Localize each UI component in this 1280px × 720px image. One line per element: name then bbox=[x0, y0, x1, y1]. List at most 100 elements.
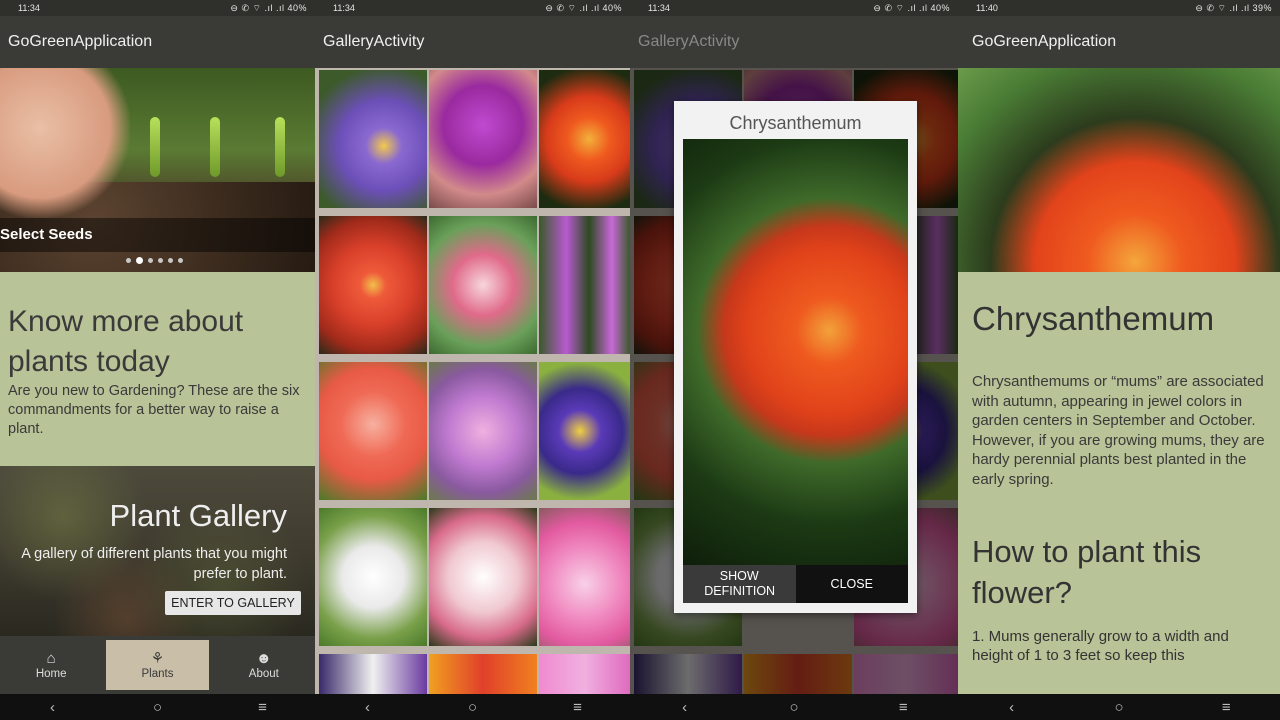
flower-thumbnail[interactable] bbox=[539, 216, 630, 354]
app-bar: GalleryActivity bbox=[315, 16, 630, 68]
system-nav-bar: ‹ ○ ≡ bbox=[630, 694, 958, 720]
carousel-dot[interactable] bbox=[158, 258, 163, 263]
hand-image bbox=[0, 68, 130, 218]
status-icons: ⊖ ✆ ⌔ .ıl .ıl bbox=[545, 2, 600, 13]
carousel-dot[interactable] bbox=[148, 258, 153, 263]
status-bar: 11:34 ⊖ ✆ ⌔ .ıl .ıl 40% bbox=[315, 0, 630, 16]
carousel-dot[interactable] bbox=[178, 258, 183, 263]
nav-about-label: About bbox=[248, 668, 279, 680]
show-definition-label: SHOW DEFINITION bbox=[704, 569, 776, 598]
flower-thumbnail[interactable] bbox=[319, 216, 427, 354]
flower-detail-content: Chrysanthemum Chrysanthemums or “mums” a… bbox=[958, 272, 1280, 694]
flower-thumbnail[interactable] bbox=[539, 508, 630, 646]
flower-detail-screen: 11:40 ⊖ ✆ ⌔ .ıl .ıl 39% GoGreenApplicati… bbox=[958, 0, 1280, 720]
status-time: 11:34 bbox=[18, 3, 40, 13]
carousel-dot[interactable] bbox=[126, 258, 131, 263]
flower-name: Chrysanthemum bbox=[972, 300, 1215, 337]
status-icons: ⊖ ✆ ⌔ .ıl .ıl bbox=[873, 2, 928, 13]
app-title: GalleryActivity bbox=[638, 33, 740, 50]
gallery-dialog-screen: 11:34 ⊖ ✆ ⌔ .ıl .ıl 40% GalleryActivity … bbox=[630, 0, 958, 720]
sprout-image bbox=[210, 117, 220, 177]
flower-thumbnail[interactable] bbox=[429, 654, 537, 694]
nav-about[interactable]: ☻ About bbox=[213, 636, 315, 694]
how-to-plant-heading: How to plant this flower? bbox=[972, 534, 1202, 610]
info-body: Are you new to Gardening? These are the … bbox=[8, 383, 300, 437]
home-button[interactable]: ○ bbox=[1104, 699, 1134, 716]
back-button[interactable]: ‹ bbox=[670, 699, 700, 716]
dialog-title: Chrysanthemum bbox=[729, 113, 862, 133]
home-screen: 11:34 ⊖ ✆ ⌔ .ıl .ıl 40% GoGreenApplicati… bbox=[0, 0, 315, 720]
back-button[interactable]: ‹ bbox=[353, 699, 383, 716]
status-time: 11:34 bbox=[648, 3, 670, 13]
app-bar: GoGreenApplication bbox=[0, 16, 315, 68]
flower-grid bbox=[315, 68, 630, 694]
app-title: GoGreenApplication bbox=[8, 33, 153, 50]
flower-thumbnail[interactable] bbox=[319, 508, 427, 646]
close-label: CLOSE bbox=[830, 576, 873, 591]
nav-home[interactable]: ⌂ Home bbox=[0, 636, 102, 694]
potted-plant-icon: ⚘ bbox=[150, 650, 165, 667]
flower-thumbnail[interactable] bbox=[429, 508, 537, 646]
gallery-title: Plant Gallery bbox=[109, 498, 287, 533]
flower-thumbnail[interactable] bbox=[429, 216, 537, 354]
flower-thumbnail[interactable] bbox=[319, 654, 427, 694]
carousel-indicator[interactable] bbox=[126, 257, 183, 264]
flower-thumbnail[interactable] bbox=[539, 654, 630, 694]
sprout-image bbox=[150, 117, 160, 177]
flower-header-image bbox=[958, 68, 1280, 272]
battery-level: 39% bbox=[1252, 2, 1272, 13]
close-button[interactable]: CLOSE bbox=[795, 565, 908, 603]
nav-plants-label: Plants bbox=[141, 668, 174, 680]
plant-gallery-card: Plant Gallery A gallery of different pla… bbox=[0, 466, 315, 636]
home-button[interactable]: ○ bbox=[458, 699, 488, 716]
status-bar: 11:34 ⊖ ✆ ⌔ .ıl .ıl 40% bbox=[0, 0, 315, 16]
flower-thumbnail[interactable] bbox=[429, 70, 537, 208]
gallery-subtitle: A gallery of different plants that you m… bbox=[21, 546, 287, 582]
system-nav-bar: ‹ ○ ≡ bbox=[958, 694, 1280, 720]
flower-thumbnail[interactable] bbox=[539, 70, 630, 208]
recents-button[interactable]: ≡ bbox=[563, 699, 593, 716]
recents-button[interactable]: ≡ bbox=[888, 699, 918, 716]
nav-home-label: Home bbox=[35, 668, 67, 680]
app-title: GalleryActivity bbox=[323, 33, 425, 50]
people-icon: ☻ bbox=[255, 650, 272, 667]
seed-carousel[interactable]: Select Seeds bbox=[0, 68, 315, 272]
battery-level: 40% bbox=[287, 2, 307, 13]
info-heading: Know more about plants today bbox=[8, 305, 244, 378]
app-title: GoGreenApplication bbox=[972, 33, 1117, 50]
gallery-screen: 11:34 ⊖ ✆ ⌔ .ıl .ıl 40% GalleryActivity … bbox=[315, 0, 630, 720]
planting-step: 1. Mums generally grow to a width and he… bbox=[972, 628, 1229, 664]
status-bar: 11:40 ⊖ ✆ ⌔ .ıl .ıl 39% bbox=[958, 0, 1280, 16]
nav-plants[interactable]: ⚘ Plants bbox=[106, 640, 209, 690]
status-bar: 11:34 ⊖ ✆ ⌔ .ıl .ıl 40% bbox=[630, 0, 958, 16]
system-nav-bar: ‹ ○ ≡ bbox=[315, 694, 630, 720]
carousel-dot-active[interactable] bbox=[136, 257, 143, 264]
app-bar: GalleryActivity bbox=[630, 16, 958, 68]
flower-thumbnail[interactable] bbox=[539, 362, 630, 500]
flower-dialog: Chrysanthemum SHOW DEFINITION CLOSE bbox=[674, 101, 917, 613]
flower-thumbnail[interactable] bbox=[319, 70, 427, 208]
home-button[interactable]: ○ bbox=[779, 699, 809, 716]
enter-gallery-button[interactable]: ENTER TO GALLERY bbox=[165, 591, 301, 615]
home-button[interactable]: ○ bbox=[143, 699, 173, 716]
status-icons: ⊖ ✆ ⌔ .ıl .ıl bbox=[230, 2, 285, 13]
back-button[interactable]: ‹ bbox=[38, 699, 68, 716]
flower-thumbnail[interactable] bbox=[319, 362, 427, 500]
back-button[interactable]: ‹ bbox=[997, 699, 1027, 716]
flower-description: Chrysanthemums or “mums” are associated … bbox=[972, 373, 1265, 488]
recents-button[interactable]: ≡ bbox=[248, 699, 278, 716]
sprout-image bbox=[275, 117, 285, 177]
home-icon: ⌂ bbox=[46, 650, 56, 667]
status-time: 11:40 bbox=[976, 3, 998, 13]
flower-thumbnail[interactable] bbox=[429, 362, 537, 500]
carousel-dot[interactable] bbox=[168, 258, 173, 263]
battery-level: 40% bbox=[602, 2, 622, 13]
show-definition-button[interactable]: SHOW DEFINITION bbox=[683, 565, 796, 603]
recents-button[interactable]: ≡ bbox=[1211, 699, 1241, 716]
info-card: Know more about plants today Are you new… bbox=[0, 272, 315, 466]
status-icons: ⊖ ✆ ⌔ .ıl .ıl bbox=[1195, 2, 1250, 13]
system-nav-bar: ‹ ○ ≡ bbox=[0, 694, 315, 720]
carousel-caption: Select Seeds bbox=[0, 218, 315, 252]
battery-level: 40% bbox=[930, 2, 950, 13]
flower-image bbox=[683, 139, 908, 565]
